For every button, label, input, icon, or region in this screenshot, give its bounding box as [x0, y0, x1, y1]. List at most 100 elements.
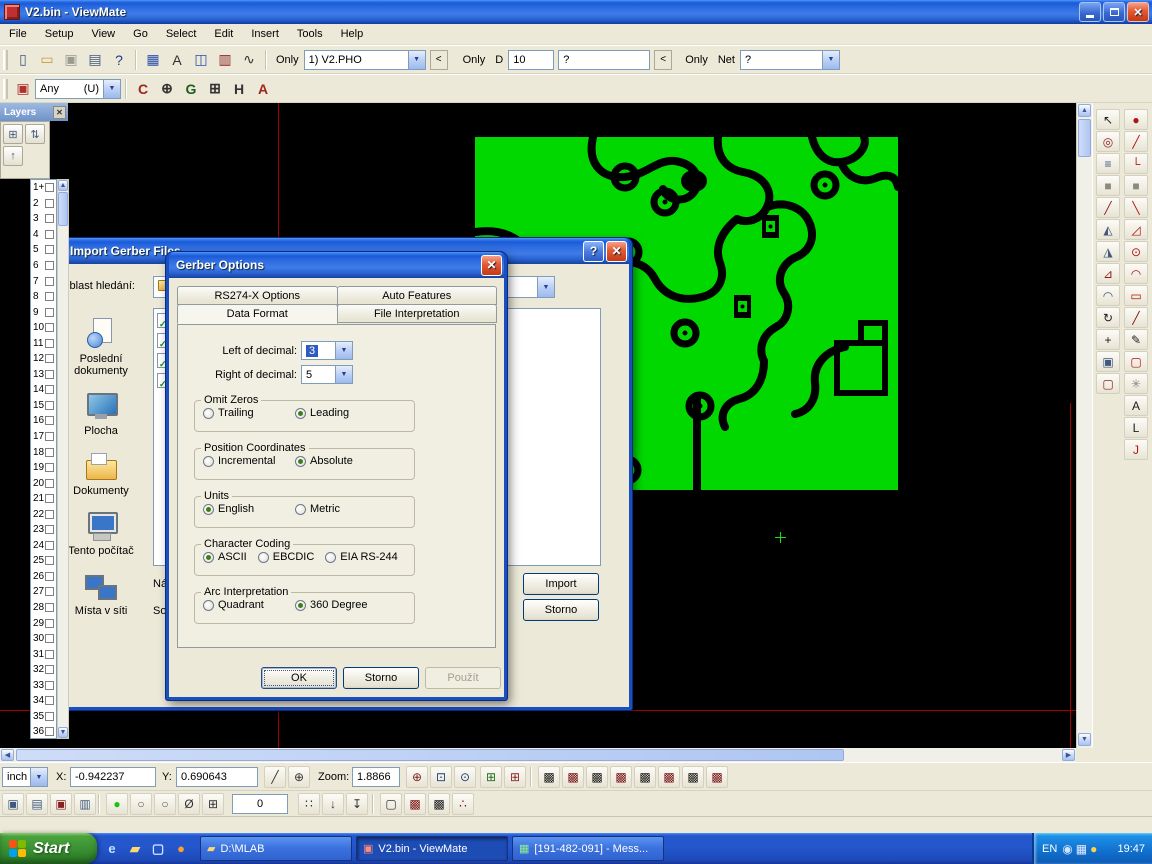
- scroll-left-icon[interactable]: ◀: [1, 749, 14, 761]
- arc-edit-icon[interactable]: ◠: [1096, 285, 1120, 306]
- menu-item[interactable]: Go: [124, 25, 157, 43]
- tray-keyboard-icon[interactable]: ▦: [1076, 842, 1087, 856]
- radio-360-degree[interactable]: 360 Degree: [295, 599, 387, 611]
- language-indicator[interactable]: EN: [1042, 843, 1057, 855]
- task-dmlab[interactable]: ▰ D:\MLAB: [200, 836, 352, 861]
- scroll-down-icon[interactable]: ▼: [58, 727, 68, 738]
- layer-visibility-checkbox[interactable]: [45, 432, 54, 441]
- l-tool-icon[interactable]: L: [1124, 417, 1148, 438]
- layer-row[interactable]: 18: [31, 444, 56, 460]
- snap-pin-icon[interactable]: ↧: [346, 793, 368, 815]
- layer-visibility-checkbox[interactable]: [45, 354, 54, 363]
- layer-row[interactable]: 31: [31, 646, 56, 662]
- layer-visibility-checkbox[interactable]: [45, 292, 54, 301]
- menu-item[interactable]: Help: [332, 25, 373, 43]
- gerber-dialog-titlebar[interactable]: Gerber Options ✕: [169, 252, 504, 278]
- aperture-view-icon-7[interactable]: ▩: [682, 766, 704, 788]
- layer-row[interactable]: 4: [31, 227, 56, 243]
- erase-icon[interactable]: ▢: [1096, 373, 1120, 394]
- draw-circle-icon[interactable]: ⊙: [1124, 241, 1148, 262]
- tab-auto-features[interactable]: Auto Features: [337, 286, 498, 305]
- layer-visibility-checkbox[interactable]: [45, 277, 54, 286]
- layer-row[interactable]: 15: [31, 398, 56, 414]
- menu-item[interactable]: Edit: [205, 25, 242, 43]
- dcode-input[interactable]: 10: [508, 50, 554, 70]
- layer-visibility-checkbox[interactable]: [45, 587, 54, 596]
- task-messenger[interactable]: ▦ [191-482-091] - Mess...: [512, 836, 664, 861]
- layer-row[interactable]: 24: [31, 538, 56, 554]
- menu-item[interactable]: Insert: [242, 25, 288, 43]
- draw-trace-icon[interactable]: ╱: [1124, 131, 1148, 152]
- tab-data-format[interactable]: Data Format: [177, 304, 338, 324]
- layer-visibility-checkbox[interactable]: [45, 650, 54, 659]
- vertical-scrollbar[interactable]: ▲ ▼: [1076, 103, 1092, 748]
- layer-visibility-checkbox[interactable]: [45, 634, 54, 643]
- move-icon[interactable]: +: [1096, 329, 1120, 350]
- diagonal-line-icon[interactable]: ╱: [264, 766, 286, 788]
- grid-toggle-icon[interactable]: ⊞: [202, 793, 224, 815]
- menu-item[interactable]: File: [0, 25, 36, 43]
- layer-visibility-checkbox[interactable]: [45, 370, 54, 379]
- y-coordinate-field[interactable]: 0.690643: [176, 767, 258, 787]
- layer-row[interactable]: 20: [31, 475, 56, 491]
- red-dots-icon[interactable]: ∴: [452, 793, 474, 815]
- dcode-table-icon[interactable]: ⊞: [480, 766, 502, 788]
- film-grid-icon[interactable]: ▦: [141, 48, 165, 72]
- layer-row[interactable]: 1+: [31, 180, 56, 196]
- layer-visibility-checkbox[interactable]: [45, 230, 54, 239]
- trace-select-icon[interactable]: ≡: [1096, 153, 1120, 174]
- layer-table-button[interactable]: ⊞: [3, 124, 23, 144]
- draw-segment-icon[interactable]: ╲: [1124, 197, 1148, 218]
- layer-swap-button[interactable]: ⇅: [25, 124, 45, 144]
- only-d-label[interactable]: Only: [458, 54, 491, 66]
- close-icon[interactable]: ✕: [481, 255, 502, 276]
- layer-visibility-checkbox[interactable]: [45, 183, 54, 192]
- layer-visibility-checkbox[interactable]: [45, 463, 54, 472]
- draw-pad-icon[interactable]: ●: [1124, 109, 1148, 130]
- lamp-off-icon[interactable]: ○: [154, 793, 176, 815]
- close-icon[interactable]: ✕: [606, 241, 627, 262]
- only-net-label[interactable]: Only: [680, 54, 713, 66]
- zoom-in-icon[interactable]: ⊕: [406, 766, 428, 788]
- layer-row[interactable]: 36: [31, 724, 56, 739]
- layer-row[interactable]: 10: [31, 320, 56, 336]
- layer-visibility-checkbox[interactable]: [45, 541, 54, 550]
- layer-row[interactable]: 34: [31, 693, 56, 709]
- aperture-view-icon-8[interactable]: ▩: [706, 766, 728, 788]
- scrollbar-thumb[interactable]: [58, 192, 68, 226]
- copy-page-icon[interactable]: ▣: [2, 793, 24, 815]
- layer-row[interactable]: 13: [31, 367, 56, 383]
- layer-visibility-checkbox[interactable]: [45, 619, 54, 628]
- scrollbar-thumb[interactable]: [16, 749, 844, 761]
- radio-trailing[interactable]: Trailing: [203, 407, 295, 419]
- start-button[interactable]: Start: [0, 833, 97, 864]
- layer-visibility-checkbox[interactable]: [45, 494, 54, 503]
- chevron-down-icon[interactable]: ▼: [30, 768, 47, 786]
- layer-visibility-checkbox[interactable]: [45, 416, 54, 425]
- layer-visibility-checkbox[interactable]: [45, 323, 54, 332]
- aperture-view-icon-6[interactable]: ▩: [658, 766, 680, 788]
- copy-icon[interactable]: ▣: [1096, 351, 1120, 372]
- a-command-button[interactable]: A: [251, 77, 275, 101]
- layer-up-button[interactable]: ↑: [3, 146, 23, 166]
- net-select-combo[interactable]: ? ▼: [740, 50, 840, 70]
- sketch-icon[interactable]: ✎: [1124, 329, 1148, 350]
- menu-item[interactable]: Setup: [36, 25, 83, 43]
- layer-row[interactable]: 3: [31, 211, 56, 227]
- g-command-button[interactable]: G: [179, 77, 203, 101]
- film-select-icon[interactable]: ▣: [11, 77, 35, 101]
- settings-icon[interactable]: ✳: [1124, 373, 1148, 394]
- show-desktop-icon[interactable]: ▢: [148, 837, 168, 860]
- prev-dcode-button[interactable]: <: [654, 50, 672, 70]
- layer-row[interactable]: 16: [31, 413, 56, 429]
- print-icon[interactable]: ▤: [83, 48, 107, 72]
- origin-icon[interactable]: ⊕: [288, 766, 310, 788]
- select-cursor-icon[interactable]: ↖: [1096, 109, 1120, 130]
- chevron-down-icon[interactable]: ▼: [408, 51, 425, 69]
- layer-visibility-checkbox[interactable]: [45, 199, 54, 208]
- layer-row[interactable]: 23: [31, 522, 56, 538]
- filled-square-icon[interactable]: ■: [1096, 175, 1120, 196]
- section-icon[interactable]: ∿: [237, 48, 261, 72]
- layer-row[interactable]: 7: [31, 273, 56, 289]
- radio-leading[interactable]: Leading: [295, 407, 387, 419]
